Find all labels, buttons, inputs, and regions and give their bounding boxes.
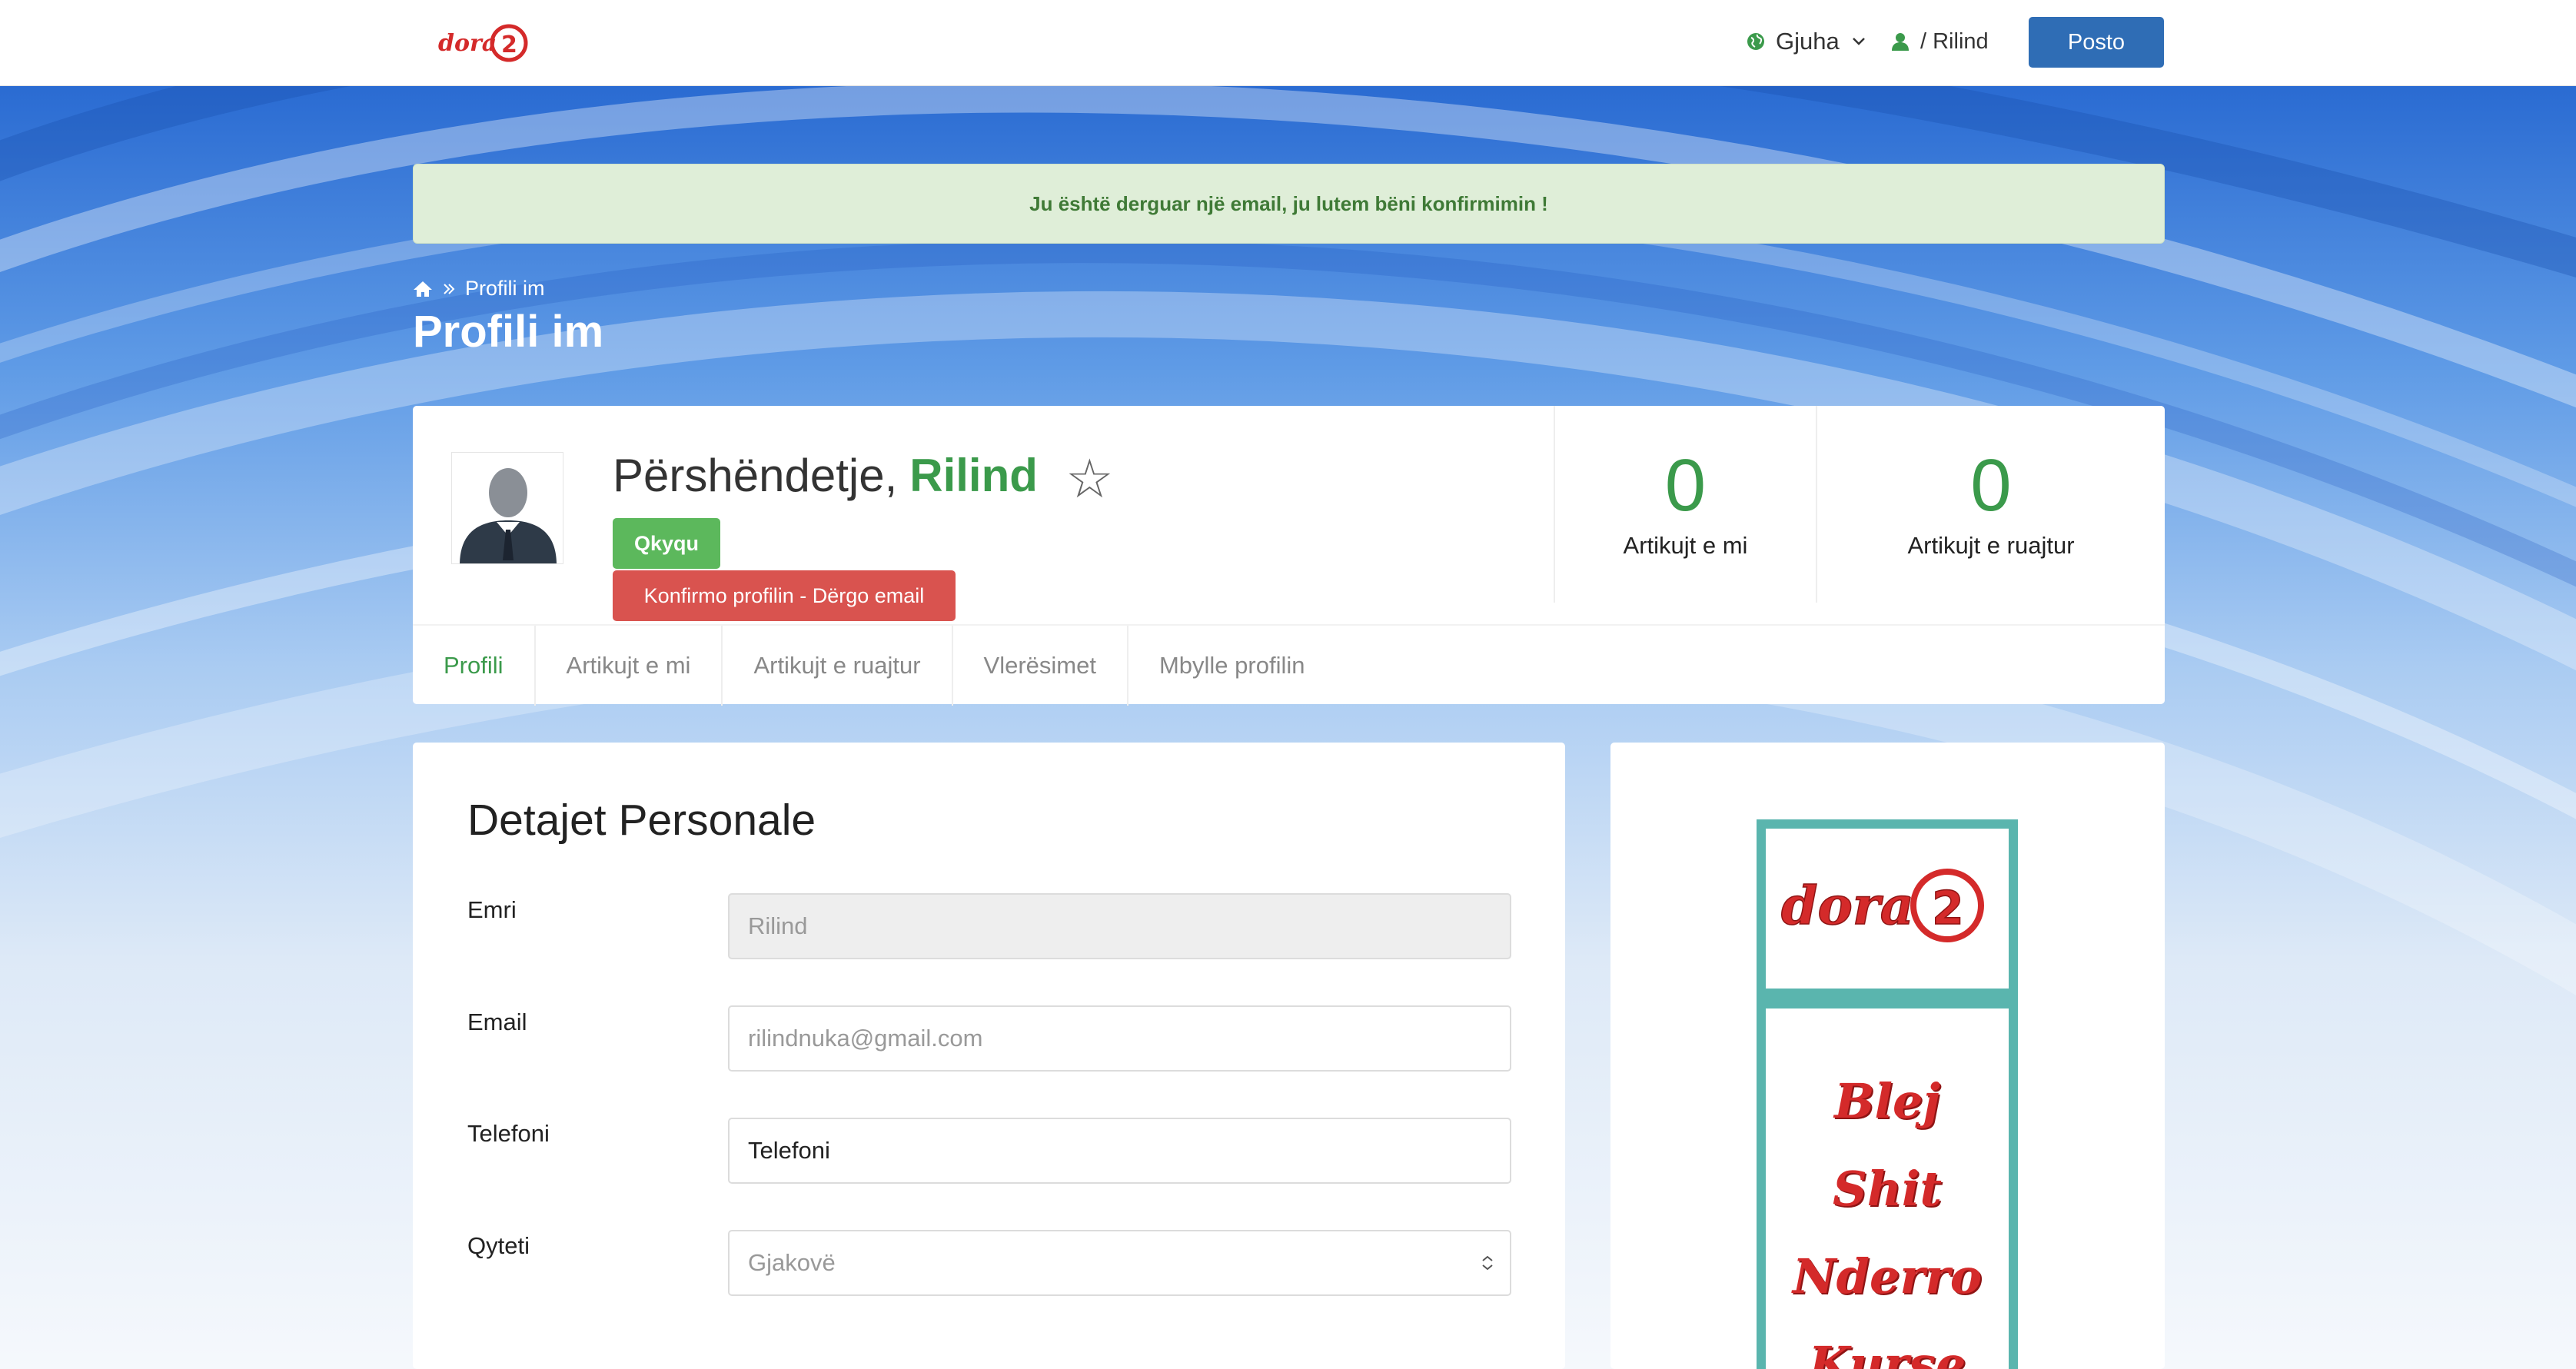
phone-field[interactable]: Telefoni (728, 1118, 1511, 1184)
ad-word-buy: Blej (1834, 1073, 1940, 1129)
avatar (451, 452, 563, 564)
breadcrumb-current[interactable]: Profili im (465, 277, 545, 301)
tab-close-profile[interactable]: Mbylle profilin (1128, 626, 1336, 706)
details-title: Detajet Personale (467, 796, 816, 845)
double-chevron-right-icon (444, 283, 455, 294)
ad-banner[interactable]: dora 2 Blej Shit Nderro Kurse (1757, 819, 2018, 1369)
stat-label: Artikujt e mi (1623, 532, 1748, 559)
greeting-text: Përshëndetje, (613, 450, 898, 501)
default-avatar-icon (460, 468, 557, 563)
stat-saved-items[interactable]: 0 Artikujt e ruajtur (1816, 406, 2165, 603)
svg-text:dora: dora (1781, 876, 1914, 937)
email-field-value: rilindnuka@gmail.com (748, 1025, 983, 1052)
phone-label: Telefoni (467, 1120, 550, 1147)
svg-text:2: 2 (501, 32, 517, 58)
ad-logo: dora 2 (1780, 869, 1984, 942)
profile-stats: 0 Artikujt e mi 0 Artikujt e ruajtur (1554, 406, 2165, 603)
name-field: Rilind (728, 893, 1511, 959)
profile-card: Përshëndetje, Rilind ☆ Qkyqu Konfirmo pr… (413, 406, 2165, 706)
email-sent-alert: Ju është derguar një email, ju lutem bën… (413, 164, 2165, 244)
tab-my-items[interactable]: Artikujt e mi (536, 626, 723, 706)
personal-details-card: Detajet Personale Emri Rilind Email rili… (413, 743, 1565, 1369)
user-icon (1892, 33, 1909, 51)
stat-value: 0 (1970, 444, 2012, 527)
chevron-down-icon (1852, 38, 1865, 45)
language-dropdown[interactable]: Gjuha (1747, 23, 1867, 60)
svg-text:2: 2 (1932, 882, 1964, 935)
profile-tabs: Profili Artikujt e mi Artikujt e ruajtur… (413, 624, 2165, 706)
stat-my-items[interactable]: 0 Artikujt e mi (1554, 406, 1816, 603)
tab-saved-items[interactable]: Artikujt e ruajtur (723, 626, 953, 706)
logout-button[interactable]: Qkyqu (613, 518, 720, 569)
city-select-value: Gjakovë (748, 1249, 836, 1276)
chevron-updown-icon (1482, 1255, 1493, 1271)
name-field-value: Rilind (748, 912, 808, 939)
site-logo[interactable]: dora 2 (435, 22, 530, 65)
user-menu[interactable]: / Rilind (1891, 23, 1989, 60)
phone-field-value: Telefoni (748, 1137, 830, 1164)
language-label: Gjuha (1776, 28, 1840, 55)
stat-value: 0 (1664, 444, 1707, 527)
post-button[interactable]: Posto (2029, 17, 2164, 68)
email-label: Email (467, 1008, 527, 1035)
confirm-profile-button[interactable]: Konfirmo profilin - Dërgo email (613, 570, 956, 621)
ad-word-save: Kurse (1808, 1336, 1966, 1369)
ad-divider (1766, 989, 2009, 1008)
profile-greeting: Përshëndetje, Rilind (613, 449, 1038, 502)
top-navbar: dora 2 Gjuha / Rilind Posto (0, 0, 2576, 86)
ad-word-exchange: Nderro (1792, 1248, 1983, 1304)
profile-name: Rilind (909, 450, 1038, 501)
home-icon[interactable] (413, 280, 433, 298)
tab-profile[interactable]: Profili (413, 626, 536, 706)
ad-word-sell: Shit (1832, 1161, 1943, 1217)
city-label: Qyteti (467, 1232, 530, 1259)
page-title: Profili im (413, 307, 604, 357)
name-label: Emri (467, 896, 517, 923)
star-icon[interactable]: ☆ (1065, 447, 1114, 510)
city-select[interactable]: Gjakovë (728, 1230, 1511, 1296)
alert-message: Ju është derguar një email, ju lutem bën… (1029, 191, 1548, 215)
tab-ratings[interactable]: Vlerësimet (953, 626, 1128, 706)
svg-text:dora: dora (438, 30, 497, 57)
globe-icon (1747, 33, 1764, 50)
user-label: / Rilind (1920, 28, 1989, 54)
email-field[interactable]: rilindnuka@gmail.com (728, 1005, 1511, 1072)
stat-label: Artikujt e ruajtur (1907, 532, 2075, 559)
ad-sidebar-card: dora 2 Blej Shit Nderro Kurse (1610, 743, 2165, 1369)
breadcrumb: Profili im (413, 277, 545, 301)
